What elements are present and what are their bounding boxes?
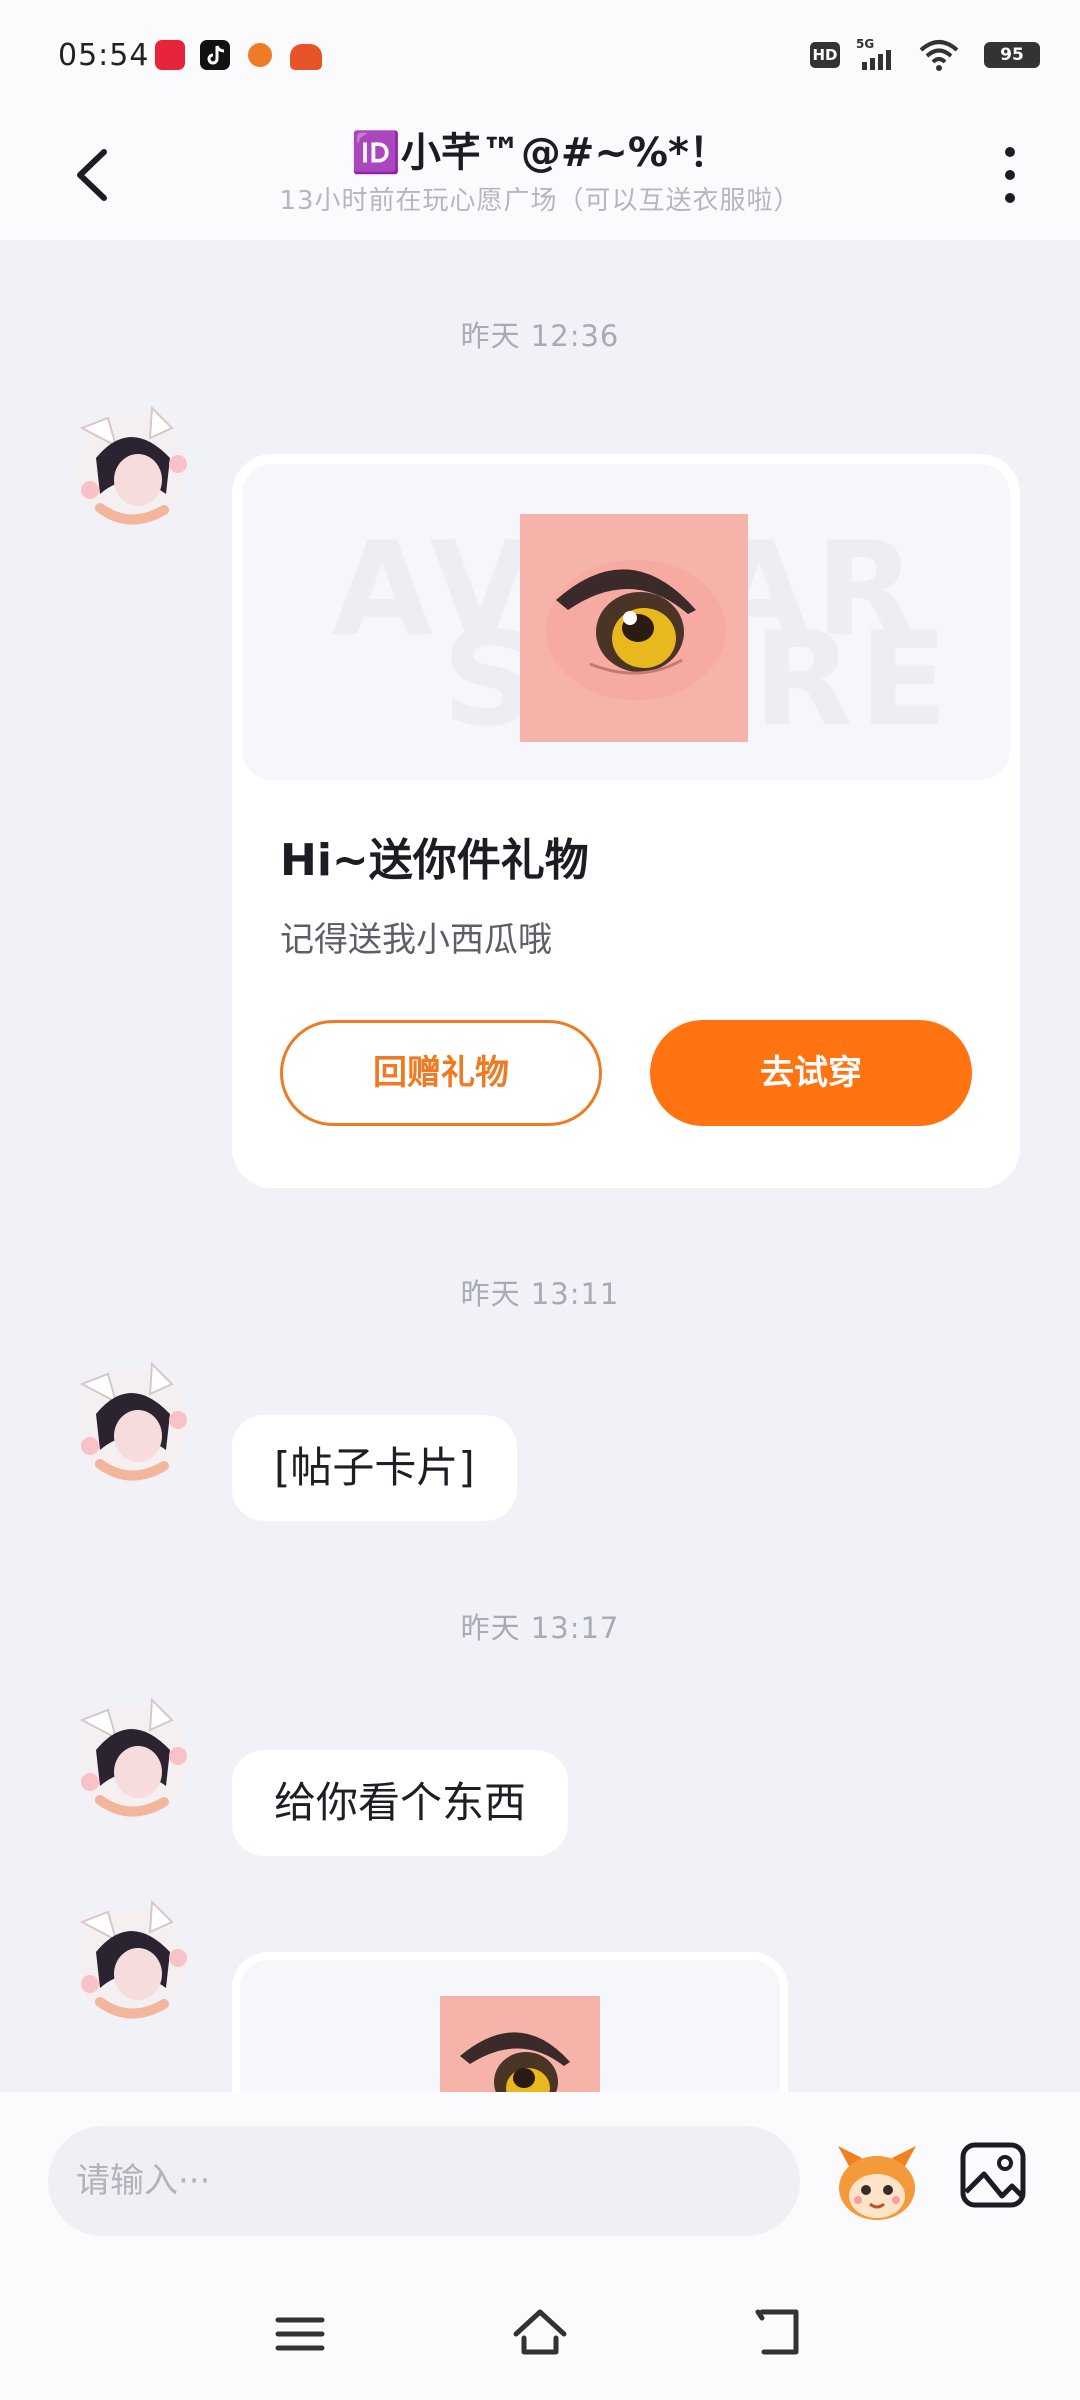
- more-options-button[interactable]: [990, 140, 1030, 210]
- battery-icon: 95: [984, 42, 1040, 68]
- chat-header: 🆔小芊™@#~%*！ 13小时前在玩心愿广场（可以互送衣服啦）: [0, 110, 1080, 240]
- contact-avatar[interactable]: [60, 1354, 198, 1492]
- status-time: 05:54: [58, 38, 150, 73]
- back-nav-icon[interactable]: [752, 2304, 808, 2360]
- message-input[interactable]: 请输入···: [48, 2126, 800, 2236]
- system-nav-bar: [0, 2270, 1080, 2400]
- gift-title: Hi~送你件礼物: [280, 835, 589, 886]
- chat-screen: 05:54 HD 5G 95 🆔小芊™@#~%*！ 13小时前在玩心愿广场（可以…: [0, 0, 1080, 2400]
- gift-preview: [240, 1960, 780, 2092]
- home-icon[interactable]: [510, 2302, 570, 2362]
- gift-description: 记得送我小西瓜哦: [280, 920, 552, 960]
- contact-name: 🆔小芊™@#~%*！: [351, 130, 729, 176]
- message-timestamp: 昨天 13:11: [460, 1277, 620, 1311]
- hd-badge: HD: [810, 42, 840, 68]
- message-timestamp: 昨天 12:36: [460, 319, 620, 353]
- status-bar: 05:54 HD 5G 95: [0, 0, 1080, 110]
- gift-card-partial[interactable]: [232, 1952, 788, 2092]
- wifi-icon: [919, 40, 959, 71]
- gift-eye-image: [520, 514, 748, 742]
- contact-avatar[interactable]: [60, 398, 198, 536]
- signal-icon: 5G: [856, 37, 891, 70]
- return-gift-button[interactable]: 回赠礼物: [280, 1020, 602, 1126]
- input-bar: 请输入···: [0, 2092, 1080, 2270]
- image-picker-icon[interactable]: [958, 2140, 1028, 2210]
- basketball-icon: [248, 43, 272, 67]
- contact-avatar[interactable]: [60, 1690, 198, 1828]
- try-on-button[interactable]: 去试穿: [650, 1020, 972, 1126]
- message-bubble[interactable]: 给你看个东西: [232, 1750, 569, 1856]
- message-timestamp: 昨天 13:17: [460, 1611, 620, 1645]
- message-bubble[interactable]: [帖子卡片]: [232, 1415, 517, 1521]
- menu-icon[interactable]: [272, 2306, 328, 2362]
- xiaohongshu-icon: [155, 40, 185, 70]
- tiktok-icon: [200, 40, 230, 70]
- status-indicators: HD 5G 95: [800, 36, 1040, 76]
- gift-card[interactable]: AVATAR STORE Hi~送你件礼物 记得送我小西瓜哦 回赠礼物 去试穿: [232, 454, 1020, 1188]
- network-label: 5G: [856, 37, 874, 51]
- gift-preview: AVATAR STORE: [242, 464, 1010, 780]
- contact-status: 13小时前在玩心愿广场（可以互送衣服啦）: [279, 186, 801, 216]
- mascot-emoji-button[interactable]: [832, 2138, 922, 2224]
- gift-eye-image: [440, 1996, 600, 2092]
- contact-avatar[interactable]: [60, 1892, 198, 2030]
- game-app-icon: [290, 44, 322, 70]
